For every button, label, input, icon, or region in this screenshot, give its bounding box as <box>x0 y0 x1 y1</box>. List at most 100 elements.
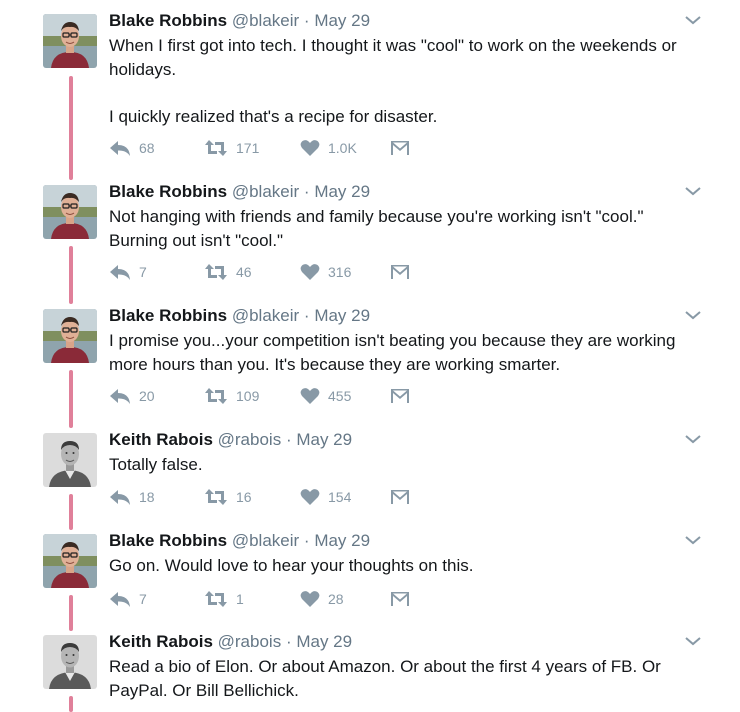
keith-avatar-image <box>43 433 97 487</box>
author-handle[interactable]: @blakeir <box>232 306 299 325</box>
author-name[interactable]: Keith Rabois <box>109 632 213 651</box>
tweet-header: Blake Robbins @blakeir · May 29 <box>109 530 709 552</box>
avatar-blake-robbins[interactable] <box>43 185 97 239</box>
reply-count: 18 <box>139 489 155 505</box>
envelope-icon <box>391 592 409 606</box>
retweet-button[interactable]: 1 <box>204 588 244 610</box>
tweet-text: Go on. Would love to hear your thoughts … <box>109 556 474 575</box>
tweet-header: Keith Rabois @rabois · May 29 <box>109 429 709 451</box>
author-handle[interactable]: @blakeir <box>232 11 299 30</box>
retweet-button[interactable]: 16 <box>204 486 252 508</box>
direct-message-button[interactable] <box>390 137 410 159</box>
chevron-down-icon[interactable] <box>684 185 702 197</box>
envelope-icon <box>391 490 409 504</box>
blake-avatar-image <box>43 185 97 239</box>
separator-dot: · <box>285 632 292 651</box>
heart-icon <box>300 489 320 505</box>
author-handle[interactable]: @rabois <box>218 632 282 651</box>
direct-message-button[interactable] <box>390 261 410 283</box>
avatar-blake-robbins[interactable] <box>43 309 97 363</box>
tweet-date[interactable]: May 29 <box>296 430 352 449</box>
avatar-blake-robbins[interactable] <box>43 534 97 588</box>
reply-icon <box>110 490 130 505</box>
chevron-down-icon[interactable] <box>684 534 702 546</box>
author-name[interactable]: Blake Robbins <box>109 182 227 201</box>
tweet-actions: 20 109 455 <box>109 385 429 407</box>
heart-icon <box>300 140 320 156</box>
tweet[interactable]: Blake Robbins @blakeir · May 29 Not hang… <box>0 171 740 295</box>
like-button[interactable]: 455 <box>300 385 351 407</box>
direct-message-button[interactable] <box>390 385 410 407</box>
tweet-actions: 7 1 28 <box>109 588 429 610</box>
like-count: 1.0K <box>328 140 357 156</box>
chevron-down-icon[interactable] <box>684 14 702 26</box>
separator-dot: · <box>303 531 310 550</box>
reply-button[interactable]: 20 <box>109 385 155 407</box>
retweet-button[interactable]: 109 <box>204 385 259 407</box>
avatar-keith-rabois[interactable] <box>43 433 97 487</box>
reply-count: 68 <box>139 140 155 156</box>
reply-count: 20 <box>139 388 155 404</box>
like-button[interactable]: 316 <box>300 261 351 283</box>
retweet-button[interactable]: 171 <box>204 137 259 159</box>
conversation-thread: Blake Robbins @blakeir · May 29 When I f… <box>0 0 740 712</box>
like-button[interactable]: 1.0K <box>300 137 357 159</box>
tweet[interactable]: Keith Rabois @rabois · May 29 Read a bio… <box>0 621 740 712</box>
chevron-down-icon[interactable] <box>684 635 702 647</box>
reply-icon <box>110 265 130 280</box>
reply-icon <box>110 592 130 607</box>
tweet[interactable]: Blake Robbins @blakeir · May 29 When I f… <box>0 0 740 170</box>
envelope-icon <box>391 141 409 155</box>
author-name[interactable]: Blake Robbins <box>109 531 227 550</box>
retweet-icon <box>205 489 227 505</box>
reply-button[interactable]: 68 <box>109 137 155 159</box>
avatar-blake-robbins[interactable] <box>43 14 97 68</box>
direct-message-button[interactable] <box>390 486 410 508</box>
author-handle[interactable]: @blakeir <box>232 531 299 550</box>
like-count: 28 <box>328 591 344 607</box>
tweet-actions: 7 46 316 <box>109 261 429 283</box>
separator-dot: · <box>303 11 310 30</box>
retweet-icon <box>205 591 227 607</box>
like-count: 455 <box>328 388 352 404</box>
tweet-date[interactable]: May 29 <box>314 182 370 201</box>
avatar-keith-rabois[interactable] <box>43 635 97 689</box>
author-name[interactable]: Keith Rabois <box>109 430 213 449</box>
reply-button[interactable]: 18 <box>109 486 155 508</box>
tweet-date[interactable]: May 29 <box>314 11 370 30</box>
author-handle[interactable]: @blakeir <box>232 182 299 201</box>
like-count: 154 <box>328 489 352 505</box>
tweet-text: When I first got into tech. I thought it… <box>109 36 677 126</box>
tweet-date[interactable]: May 29 <box>314 531 370 550</box>
reply-button[interactable]: 7 <box>109 588 147 610</box>
tweet-header: Blake Robbins @blakeir · May 29 <box>109 10 709 32</box>
tweet-header: Blake Robbins @blakeir · May 29 <box>109 305 709 327</box>
tweet-text: I promise you...your competition isn't b… <box>109 331 676 374</box>
author-name[interactable]: Blake Robbins <box>109 11 227 30</box>
reply-count: 7 <box>139 264 147 280</box>
retweet-count: 109 <box>236 388 260 404</box>
heart-icon <box>300 264 320 280</box>
tweet-date[interactable]: May 29 <box>314 306 370 325</box>
retweet-count: 1 <box>236 591 244 607</box>
separator-dot: · <box>303 306 310 325</box>
tweet-header: Blake Robbins @blakeir · May 29 <box>109 181 709 203</box>
retweet-icon <box>205 140 227 156</box>
heart-icon <box>300 591 320 607</box>
author-handle[interactable]: @rabois <box>218 430 282 449</box>
direct-message-button[interactable] <box>390 588 410 610</box>
chevron-down-icon[interactable] <box>684 309 702 321</box>
chevron-down-icon[interactable] <box>684 433 702 445</box>
author-name[interactable]: Blake Robbins <box>109 306 227 325</box>
heart-icon <box>300 388 320 404</box>
tweet[interactable]: Blake Robbins @blakeir · May 29 Go on. W… <box>0 520 740 620</box>
reply-button[interactable]: 7 <box>109 261 147 283</box>
tweet[interactable]: Keith Rabois @rabois · May 29 Totally fa… <box>0 419 740 519</box>
tweet-header: Keith Rabois @rabois · May 29 <box>109 631 709 653</box>
like-button[interactable]: 154 <box>300 486 351 508</box>
tweet-date[interactable]: May 29 <box>296 632 352 651</box>
tweet-actions: 68 171 1.0K <box>109 137 429 159</box>
like-button[interactable]: 28 <box>300 588 344 610</box>
retweet-button[interactable]: 46 <box>204 261 252 283</box>
tweet[interactable]: Blake Robbins @blakeir · May 29 I promis… <box>0 295 740 419</box>
